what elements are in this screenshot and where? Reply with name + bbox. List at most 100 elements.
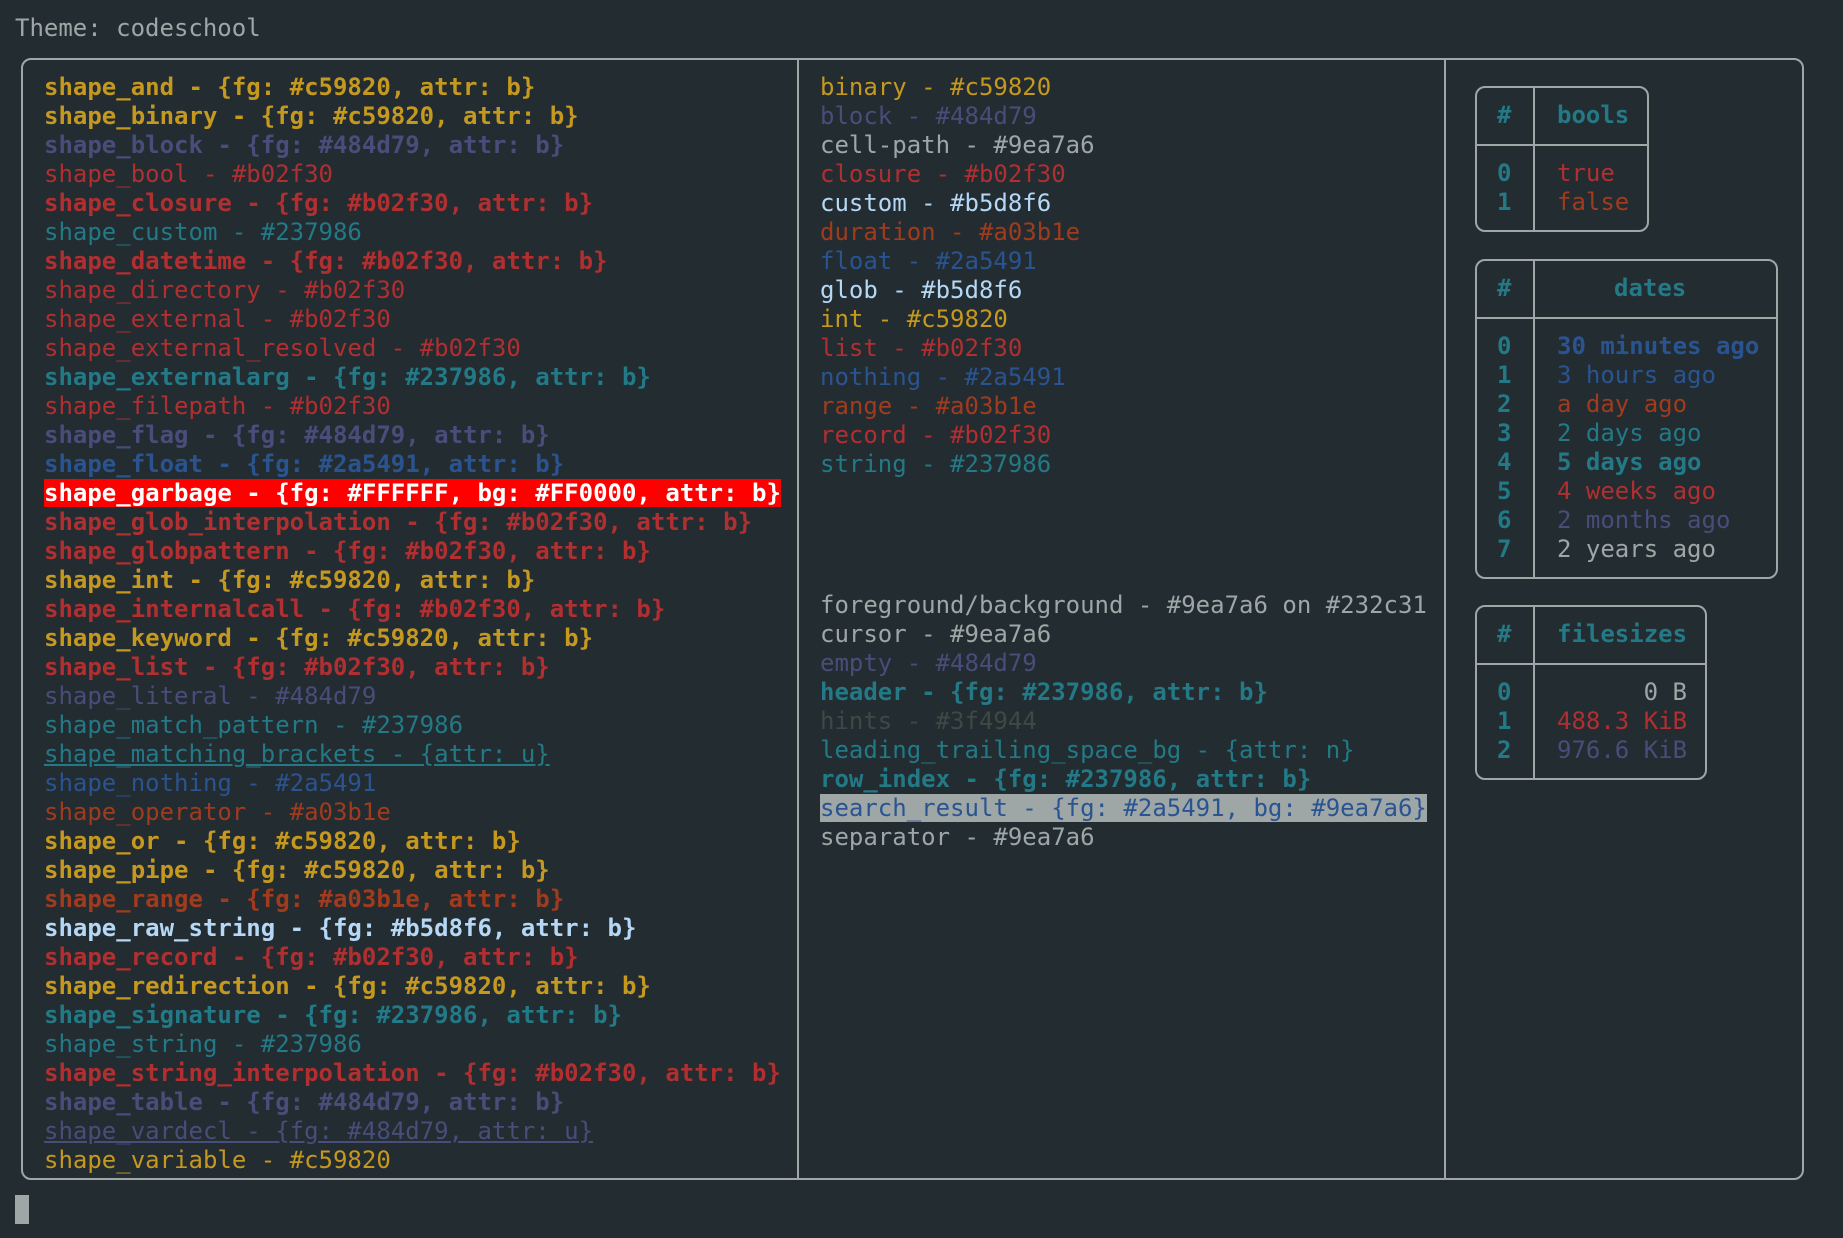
list-item: separator - #9ea7a6 xyxy=(820,823,1427,852)
list-item: shape_range - {fg: #a03b1e, attr: b} xyxy=(44,885,781,914)
ui-color-entry: search_result - {fg: #2a5491, bg: #9ea7a… xyxy=(820,794,1427,822)
shape-style-entry: shape_external - #b02f30 xyxy=(44,305,391,333)
table-header-separator xyxy=(1477,663,1705,665)
type-color-entry: binary - #c59820 xyxy=(820,73,1052,101)
index-header: # xyxy=(1497,274,1512,302)
row-indices: 012 xyxy=(1497,678,1511,765)
list-item: glob - #b5d8f6 xyxy=(820,276,1095,305)
cell-value: 2 years ago xyxy=(1557,535,1716,563)
row-index: 2 xyxy=(1497,390,1512,418)
list-item: shape_operator - #a03b1e xyxy=(44,798,781,827)
list-item: cell-path - #9ea7a6 xyxy=(820,131,1095,160)
ui-color-entry: foreground/background - #9ea7a6 on #232c… xyxy=(820,591,1427,619)
shape-style-entry: shape_literal - #484d79 xyxy=(44,682,377,710)
list-item: closure - #b02f30 xyxy=(820,160,1095,189)
list-item: range - #a03b1e xyxy=(820,392,1095,421)
list-item: shape_record - {fg: #b02f30, attr: b} xyxy=(44,943,781,972)
table-column-separator xyxy=(1533,607,1535,778)
shape-style-entry: shape_string_interpolation - {fg: #b02f3… xyxy=(44,1059,781,1087)
row-index: 1 xyxy=(1497,361,1512,389)
list-item: shape_and - {fg: #c59820, attr: b} xyxy=(44,73,781,102)
shape-style-entry: shape_flag - {fg: #484d79, attr: b} xyxy=(44,421,550,449)
row-indices: 01 xyxy=(1497,159,1511,217)
list-item: shape_external_resolved - #b02f30 xyxy=(44,334,781,363)
cell-value: 0 B xyxy=(1643,678,1687,706)
type-color-entry: string - #237986 xyxy=(820,450,1052,478)
type-color-entry: closure - #b02f30 xyxy=(820,160,1066,188)
shape-style-entry: shape_binary - {fg: #c59820, attr: b} xyxy=(44,102,579,130)
list-item: nothing - #2a5491 xyxy=(820,363,1095,392)
shape-style-entry: shape_operator - #a03b1e xyxy=(44,798,391,826)
list-item: block - #484d79 xyxy=(820,102,1095,131)
shape-style-entry: shape_globpattern - {fg: #b02f30, attr: … xyxy=(44,537,651,565)
table-column-separator xyxy=(1533,261,1535,577)
shape-style-entry: shape_list - {fg: #b02f30, attr: b} xyxy=(44,653,550,681)
list-item: shape_external - #b02f30 xyxy=(44,305,781,334)
shape-style-entry: shape_external_resolved - #b02f30 xyxy=(44,334,521,362)
cell-value: a day ago xyxy=(1557,390,1688,418)
list-item: duration - #a03b1e xyxy=(820,218,1095,247)
shape-style-entry: shape_glob_interpolation - {fg: #b02f30,… xyxy=(44,508,753,536)
ui-color-entry: empty - #484d79 xyxy=(820,649,1037,677)
terminal-cursor[interactable] xyxy=(15,1195,29,1224)
shape-style-entry: shape_match_pattern - #237986 xyxy=(44,711,464,739)
list-item: shape_float - {fg: #2a5491, attr: b} xyxy=(44,450,781,479)
shape-style-entry: shape_variable - #c59820 xyxy=(44,1146,391,1174)
list-item: shape_nothing - #2a5491 xyxy=(44,769,781,798)
shape-style-entry: shape_redirection - {fg: #c59820, attr: … xyxy=(44,972,651,1000)
ui-color-entry: header - {fg: #237986, attr: b} xyxy=(820,678,1268,706)
row-index: 7 xyxy=(1497,535,1512,563)
list-item: shape_literal - #484d79 xyxy=(44,682,781,711)
shape-style-entry: shape_filepath - #b02f30 xyxy=(44,392,391,420)
shape-style-entry: shape_and - {fg: #c59820, attr: b} xyxy=(44,73,536,101)
type-colors-list: binary - #c59820 block - #484d79 cell-path… xyxy=(820,73,1095,479)
type-color-entry: float - #2a5491 xyxy=(820,247,1037,275)
list-item: shape_garbage - {fg: #FFFFFF, bg: #FF000… xyxy=(44,479,781,508)
row-indices: 01234567 xyxy=(1497,332,1511,564)
cell-value: 488.3 KiB xyxy=(1557,707,1688,735)
list-item: row_index - {fg: #237986, attr: b} xyxy=(820,765,1427,794)
ui-color-entry: row_index - {fg: #237986, attr: b} xyxy=(820,765,1312,793)
bools-table: # bools 01 true false xyxy=(1475,86,1649,232)
shape-style-entry: shape_keyword - {fg: #c59820, attr: b} xyxy=(44,624,594,652)
list-item: shape_filepath - #b02f30 xyxy=(44,392,781,421)
cell-value: true xyxy=(1557,159,1615,187)
type-color-entry: nothing - #2a5491 xyxy=(820,363,1066,391)
row-index: 6 xyxy=(1497,506,1512,534)
list-item: shape_variable - #c59820 xyxy=(44,1146,781,1175)
cell-value: 5 days ago xyxy=(1557,448,1702,476)
list-item: custom - #b5d8f6 xyxy=(820,189,1095,218)
cell-value: 976.6 KiB xyxy=(1557,736,1688,764)
list-item: shape_pipe - {fg: #c59820, attr: b} xyxy=(44,856,781,885)
list-item: shape_int - {fg: #c59820, attr: b} xyxy=(44,566,781,595)
shape-style-entry: shape_internalcall - {fg: #b02f30, attr:… xyxy=(44,595,666,623)
shape-styles-list: shape_and - {fg: #c59820, attr: b} shape_… xyxy=(44,73,781,1175)
cell-value: 4 weeks ago xyxy=(1557,477,1716,505)
list-item: shape_block - {fg: #484d79, attr: b} xyxy=(44,131,781,160)
type-color-entry: list - #b02f30 xyxy=(820,334,1023,362)
shape-style-entry: shape_range - {fg: #a03b1e, attr: b} xyxy=(44,885,565,913)
list-item: shape_glob_interpolation - {fg: #b02f30,… xyxy=(44,508,781,537)
list-item: shape_directory - #b02f30 xyxy=(44,276,781,305)
row-values: 0 B 488.3 KiB 976.6 KiB xyxy=(1557,678,1687,765)
shape-style-entry: shape_record - {fg: #b02f30, attr: b} xyxy=(44,943,579,971)
shape-style-entry: shape_bool - #b02f30 xyxy=(44,160,333,188)
list-item: record - #b02f30 xyxy=(820,421,1095,450)
list-item: binary - #c59820 xyxy=(820,73,1095,102)
shape-style-entry: shape_directory - #b02f30 xyxy=(44,276,406,304)
list-item: empty - #484d79 xyxy=(820,649,1427,678)
shape-style-entry: shape_signature - {fg: #237986, attr: b} xyxy=(44,1001,622,1029)
column-divider xyxy=(1444,58,1446,1180)
list-item: shape_or - {fg: #c59820, attr: b} xyxy=(44,827,781,856)
list-item: shape_binary - {fg: #c59820, attr: b} xyxy=(44,102,781,131)
list-item: shape_keyword - {fg: #c59820, attr: b} xyxy=(44,624,781,653)
shape-style-entry: shape_externalarg - {fg: #237986, attr: … xyxy=(44,363,651,391)
list-item: shape_vardecl - {fg: #484d79, attr: u} xyxy=(44,1117,781,1146)
list-item: shape_match_pattern - #237986 xyxy=(44,711,781,740)
list-item: shape_globpattern - {fg: #b02f30, attr: … xyxy=(44,537,781,566)
cell-value: 2 days ago xyxy=(1557,419,1702,447)
list-item: shape_closure - {fg: #b02f30, attr: b} xyxy=(44,189,781,218)
ui-colors-list: foreground/background - #9ea7a6 on #232c… xyxy=(820,591,1427,852)
row-index: 0 xyxy=(1497,159,1512,187)
list-item: shape_signature - {fg: #237986, attr: b} xyxy=(44,1001,781,1030)
